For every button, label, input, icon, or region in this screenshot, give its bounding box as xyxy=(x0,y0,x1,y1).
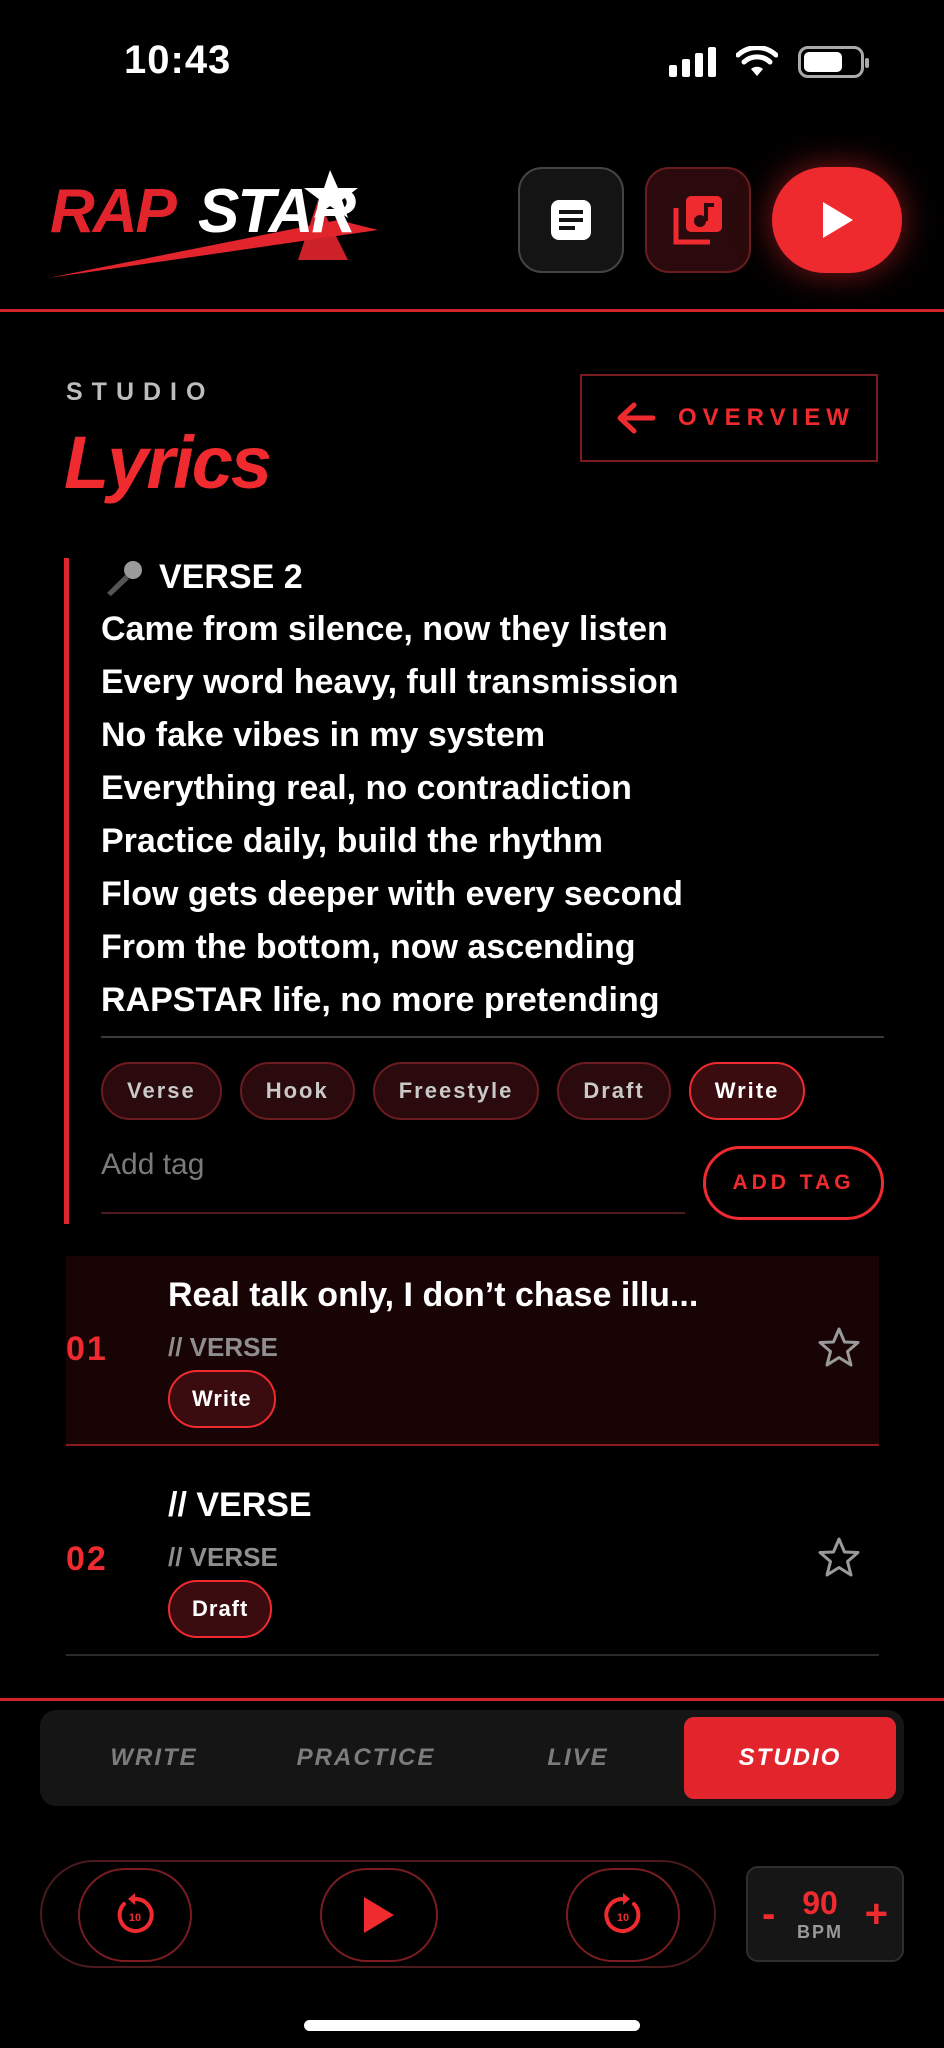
tab-studio[interactable]: STUDIO xyxy=(684,1717,896,1799)
add-tag-input[interactable]: Add tag xyxy=(101,1126,685,1214)
skip-forward-10-icon: 10 xyxy=(604,1893,641,1933)
bpm-value: 90 xyxy=(802,1885,838,1921)
divider xyxy=(101,1036,884,1038)
lyric-line: Everything real, no contradiction xyxy=(101,769,632,807)
list-item[interactable]: 02 // VERSE // VERSE Draft xyxy=(66,1466,879,1656)
bpm-control: - 90 BPM + xyxy=(746,1866,904,1962)
doc-icon xyxy=(551,200,591,240)
svg-text:10: 10 xyxy=(617,1912,629,1924)
app-header: RAP STAR xyxy=(0,150,944,312)
lyrics-card: VERSE 2 Came from silence, now they list… xyxy=(64,558,884,1224)
tag-freestyle[interactable]: Freestyle xyxy=(372,1062,540,1120)
signal-icon xyxy=(669,47,716,77)
tag-list: Verse Hook Freestyle Draft Write xyxy=(101,1062,806,1120)
item-title: // VERSE xyxy=(168,1486,312,1524)
lyric-line: From the bottom, now ascending xyxy=(101,928,636,966)
music-library-button[interactable] xyxy=(645,167,751,273)
home-indicator xyxy=(304,2020,640,2031)
tag-verse[interactable]: Verse xyxy=(101,1062,222,1120)
microphone-icon xyxy=(107,560,142,596)
lyric-line: Flow gets deeper with every second xyxy=(101,875,683,913)
tag-write[interactable]: Write xyxy=(688,1062,806,1120)
list-item[interactable]: 01 Real talk only, I don’t chase illu...… xyxy=(66,1256,879,1446)
tag-draft[interactable]: Draft xyxy=(557,1062,671,1120)
overview-label: OVERVIEW xyxy=(678,404,855,431)
tab-write[interactable]: WRITE xyxy=(48,1717,260,1799)
skip-forward-button[interactable]: 10 xyxy=(566,1868,680,1962)
item-tag: Write xyxy=(168,1370,276,1428)
svg-text:10: 10 xyxy=(129,1912,141,1924)
music-library-icon xyxy=(673,196,722,245)
status-time: 10:43 xyxy=(124,38,232,82)
header-play-button[interactable] xyxy=(772,167,902,273)
wifi-icon xyxy=(736,46,778,76)
tab-practice[interactable]: PRACTICE xyxy=(260,1717,472,1799)
lyric-line: Came from silence, now they listen xyxy=(101,610,668,648)
skip-back-10-icon: 10 xyxy=(117,1893,154,1933)
item-number: 01 xyxy=(66,1330,108,1368)
verse-heading: VERSE 2 xyxy=(159,558,303,596)
bpm-decrease-button[interactable]: - xyxy=(762,1892,775,1937)
battery-icon xyxy=(798,46,869,78)
item-subtitle: // VERSE xyxy=(168,1542,278,1572)
page-title: Lyrics xyxy=(64,421,272,504)
lyric-line: No fake vibes in my system xyxy=(101,716,546,754)
nav-divider xyxy=(0,1698,944,1701)
item-subtitle: // VERSE xyxy=(168,1332,278,1362)
star-icon[interactable] xyxy=(817,1536,861,1578)
item-title: Real talk only, I don’t chase illu... xyxy=(168,1276,699,1314)
lyric-line: Practice daily, build the rhythm xyxy=(101,822,603,860)
svg-text:RAP: RAP xyxy=(50,177,178,246)
skip-back-button[interactable]: 10 xyxy=(78,1868,192,1962)
star-icon[interactable] xyxy=(817,1326,861,1368)
play-button[interactable] xyxy=(320,1868,438,1962)
tag-hook[interactable]: Hook xyxy=(239,1062,355,1120)
overview-button[interactable]: OVERVIEW xyxy=(580,374,878,462)
rapstar-logo[interactable]: RAP STAR xyxy=(48,160,428,280)
bottom-nav: WRITE PRACTICE LIVE STUDIO xyxy=(40,1710,904,1806)
lyric-line: Every word heavy, full transmission xyxy=(101,663,679,701)
add-tag-button[interactable]: ADD TAG xyxy=(703,1146,884,1220)
lyrics-doc-button[interactable] xyxy=(518,167,624,273)
play-icon xyxy=(823,202,853,238)
play-icon xyxy=(364,1897,394,1933)
status-bar: 10:43 xyxy=(0,0,944,130)
item-number: 02 xyxy=(66,1540,108,1578)
item-tag: Draft xyxy=(168,1580,273,1638)
bpm-unit: BPM xyxy=(796,1922,843,1942)
section-kicker: STUDIO xyxy=(66,378,215,406)
playback-controls: 10 10 xyxy=(40,1860,716,1968)
lyric-line: RAPSTAR life, no more pretending xyxy=(101,981,660,1019)
tab-live[interactable]: LIVE xyxy=(472,1717,684,1799)
bpm-increase-button[interactable]: + xyxy=(865,1892,888,1937)
arrow-left-icon xyxy=(617,402,656,434)
